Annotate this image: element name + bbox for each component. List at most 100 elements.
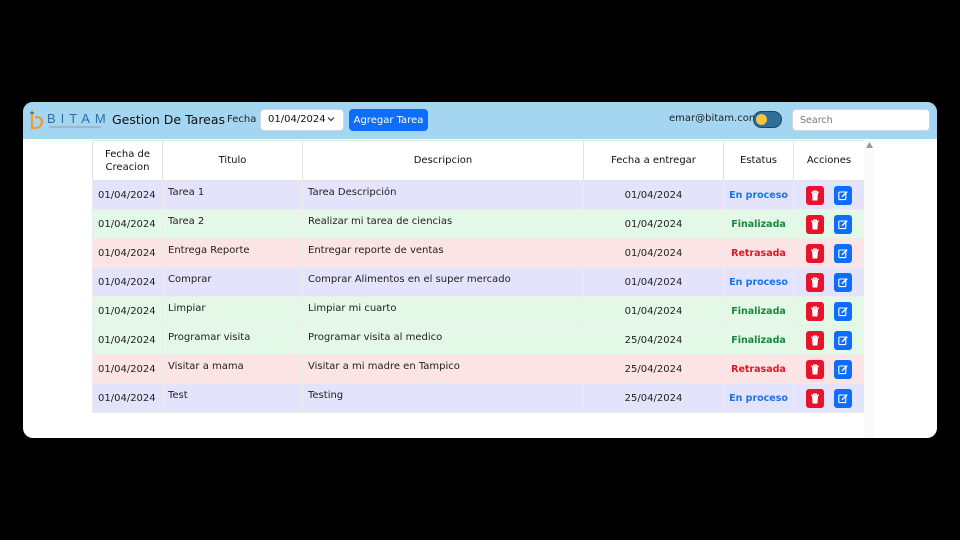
cell-due-date: 01/04/2024	[583, 180, 724, 210]
status-badge: Finalizada	[723, 209, 794, 239]
delete-task-button[interactable]	[806, 301, 824, 321]
cell-description: Tarea Descripción	[302, 180, 584, 210]
cell-created-date: 01/04/2024	[92, 354, 163, 384]
table-row: 01/04/2024 Tarea 1 Tarea Descripción 01/04/…	[92, 180, 864, 210]
trash-icon	[811, 393, 819, 403]
status-badge: Retrasada	[723, 238, 794, 268]
add-task-button[interactable]: Agregar Tarea	[349, 109, 428, 131]
status-badge: En proceso	[723, 383, 794, 413]
cell-created-date: 01/04/2024	[92, 267, 163, 297]
trash-icon	[811, 335, 819, 345]
cell-title: Programar visita	[162, 325, 303, 355]
cell-actions	[793, 383, 864, 413]
trash-icon	[811, 219, 819, 229]
cell-description: Programar visita al medico	[302, 325, 584, 355]
cell-actions	[793, 325, 864, 355]
cell-title: Tarea 1	[162, 180, 303, 210]
column-header-status[interactable]: Estatus	[723, 140, 794, 181]
cell-created-date: 01/04/2024	[92, 238, 163, 268]
cell-actions	[793, 267, 864, 297]
trash-icon	[811, 306, 819, 316]
delete-task-button[interactable]	[806, 243, 824, 263]
app-window: BITAM Gestion De Tareas Fecha 01/04/2024…	[23, 102, 937, 438]
chevron-down-icon	[327, 117, 335, 122]
edit-task-button[interactable]	[834, 301, 852, 321]
search-input[interactable]	[792, 109, 930, 131]
cell-description: Testing	[302, 383, 584, 413]
cell-due-date: 01/04/2024	[583, 267, 724, 297]
edit-icon	[838, 219, 848, 229]
sun-icon	[756, 114, 767, 125]
cell-created-date: 01/04/2024	[92, 209, 163, 239]
edit-task-button[interactable]	[834, 388, 852, 408]
cell-actions	[793, 180, 864, 210]
cell-created-date: 01/04/2024	[92, 180, 163, 210]
bitam-logo[interactable]: BITAM	[29, 108, 106, 132]
edit-task-button[interactable]	[834, 185, 852, 205]
delete-task-button[interactable]	[806, 185, 824, 205]
tasks-table-body: 01/04/2024 Tarea 1 Tarea Descripción 01/04/…	[92, 180, 864, 413]
table-row: 01/04/2024 Test Testing 25/04/2024 En proces…	[92, 383, 864, 413]
vertical-scrollbar[interactable]	[864, 140, 874, 438]
date-filter-label: Fecha	[227, 114, 257, 125]
date-filter-select[interactable]: 01/04/2024	[260, 109, 344, 131]
cell-title: Test	[162, 383, 303, 413]
table-header-row: Fecha de Creacion Titulo Descripcion Fec…	[92, 140, 864, 181]
cell-description: Visitar a mi madre en Tampico	[302, 354, 584, 384]
edit-icon	[838, 277, 848, 287]
logo-mark-icon	[30, 109, 44, 130]
cell-actions	[793, 296, 864, 326]
tasks-table: Fecha de Creacion Titulo Descripcion Fec…	[92, 140, 864, 413]
cell-actions	[793, 354, 864, 384]
trash-icon	[811, 190, 819, 200]
delete-task-button[interactable]	[806, 272, 824, 292]
cell-due-date: 01/04/2024	[583, 209, 724, 239]
table-row: 01/04/2024 Comprar Comprar Alimentos en el…	[92, 267, 864, 297]
edit-icon	[838, 248, 848, 258]
edit-icon	[838, 393, 848, 403]
edit-task-button[interactable]	[834, 359, 852, 379]
edit-task-button[interactable]	[834, 330, 852, 350]
theme-toggle[interactable]	[753, 111, 782, 128]
cell-title: Limpiar	[162, 296, 303, 326]
edit-task-button[interactable]	[834, 243, 852, 263]
cell-title: Entrega Reporte	[162, 238, 303, 268]
edit-task-button[interactable]	[834, 214, 852, 234]
table-row: 01/04/2024 Entrega Reporte Entregar report…	[92, 238, 864, 268]
cell-due-date: 01/04/2024	[583, 238, 724, 268]
logo-text: BITAM	[47, 111, 111, 126]
column-header-created[interactable]: Fecha de Creacion	[92, 140, 163, 181]
app-title: Gestion De Tareas	[112, 112, 226, 127]
cell-due-date: 25/04/2024	[583, 383, 724, 413]
column-header-description[interactable]: Descripcion	[302, 140, 584, 181]
cell-actions	[793, 209, 864, 239]
delete-task-button[interactable]	[806, 359, 824, 379]
column-header-due-date[interactable]: Fecha a entregar	[583, 140, 724, 181]
column-header-title[interactable]: Titulo	[162, 140, 303, 181]
cell-actions	[793, 238, 864, 268]
edit-icon	[838, 190, 848, 200]
user-email: emar@bitam.com	[669, 113, 759, 124]
cell-title: Comprar	[162, 267, 303, 297]
cell-title: Tarea 2	[162, 209, 303, 239]
tasks-table-container: Fecha de Creacion Titulo Descripcion Fec…	[92, 140, 864, 438]
cell-title: Visitar a mama	[162, 354, 303, 384]
scroll-up-arrow-icon[interactable]	[866, 142, 873, 148]
table-row: 01/04/2024 Programar visita Programar visi…	[92, 325, 864, 355]
logo-tagline	[49, 126, 101, 128]
cell-created-date: 01/04/2024	[92, 296, 163, 326]
delete-task-button[interactable]	[806, 330, 824, 350]
cell-created-date: 01/04/2024	[92, 383, 163, 413]
edit-icon	[838, 306, 848, 316]
top-navbar: BITAM Gestion De Tareas Fecha 01/04/2024…	[23, 102, 937, 139]
edit-task-button[interactable]	[834, 272, 852, 292]
column-header-actions: Acciones	[793, 140, 864, 181]
delete-task-button[interactable]	[806, 388, 824, 408]
cell-description: Entregar reporte de ventas	[302, 238, 584, 268]
delete-task-button[interactable]	[806, 214, 824, 234]
cell-due-date: 01/04/2024	[583, 296, 724, 326]
trash-icon	[811, 277, 819, 287]
edit-icon	[838, 364, 848, 374]
table-row: 01/04/2024 Limpiar Limpiar mi cuarto 01/04/…	[92, 296, 864, 326]
status-badge: Finalizada	[723, 325, 794, 355]
